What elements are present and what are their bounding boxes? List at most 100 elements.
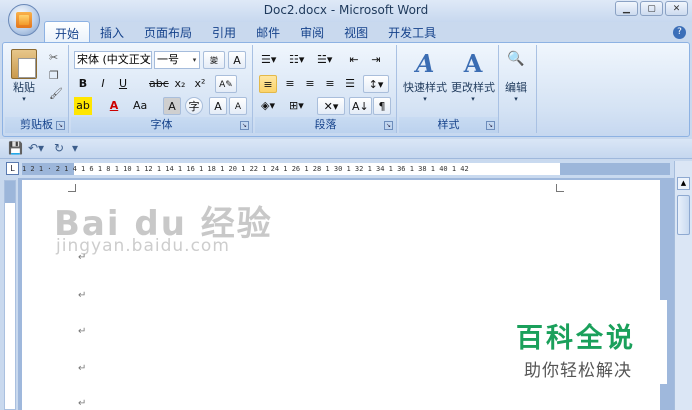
redo-icon[interactable]: ↻ [54, 141, 64, 155]
window-title: Doc2.docx - Microsoft Word [263, 3, 429, 17]
office-button[interactable] [8, 4, 40, 36]
minimize-button[interactable]: ▁ [615, 1, 638, 16]
numbering-icon[interactable]: ☷▾ [287, 51, 306, 69]
show-marks-icon[interactable]: ¶ [373, 97, 391, 115]
sort-icon[interactable]: A↓ [349, 97, 372, 115]
tab-view[interactable]: 视图 [334, 21, 378, 43]
save-icon[interactable]: 💾 [8, 141, 23, 155]
title-bar: Doc2.docx - Microsoft Word ▁ ▢ ✕ [0, 0, 692, 22]
strikethrough-button[interactable]: abc [147, 75, 171, 93]
quick-styles-icon: A [415, 49, 435, 78]
ribbon-tabs: 开始 插入 页面布局 引用 邮件 审阅 视图 开发工具 [44, 21, 446, 43]
align-left-icon[interactable]: ≡ [259, 75, 277, 93]
tab-developer[interactable]: 开发工具 [378, 21, 446, 43]
enclose-char-button[interactable]: 字 [185, 97, 203, 115]
change-case-button[interactable]: Aa [131, 97, 149, 115]
horizontal-ruler[interactable]: 1 2 1 · 2 1 4 1 6 1 8 1 10 1 12 1 14 1 1… [22, 163, 670, 175]
office-logo-icon [16, 12, 32, 28]
tab-mailings[interactable]: 邮件 [246, 21, 290, 43]
corner-mark-top-right [556, 184, 564, 192]
format-painter-icon[interactable]: 🖌 [49, 87, 63, 100]
vertical-ruler-margin [5, 181, 15, 203]
scroll-thumb[interactable] [677, 195, 690, 235]
justify-icon[interactable]: ≡ [321, 75, 339, 93]
align-right-icon[interactable]: ≡ [301, 75, 319, 93]
ruler-right-margin [560, 163, 670, 175]
increase-indent-icon[interactable]: ⇥ [367, 51, 385, 69]
line-spacing-icon[interactable]: ↕▾ [363, 75, 389, 93]
window-controls: ▁ ▢ ✕ [615, 1, 688, 16]
shrink-font-button[interactable]: A [229, 97, 247, 115]
italic-button[interactable]: I [94, 75, 112, 93]
font-group: 宋体 (中文正文) ▾ 一号 ▾ 變 A B I U abc x₂ x² A✎ ab… [71, 45, 253, 133]
paragraph-mark: ↵ [78, 290, 87, 301]
editing-button[interactable]: 🔍 编辑 ▾ [505, 51, 527, 103]
chinese-layout-icon[interactable]: ✕▾ [317, 97, 345, 115]
decrease-indent-icon[interactable]: ⇤ [345, 51, 363, 69]
font-size-value: 一号 [157, 53, 179, 66]
tab-insert[interactable]: 插入 [90, 21, 134, 43]
paragraph-launcher-icon[interactable]: ↘ [384, 121, 393, 130]
bold-button[interactable]: B [74, 75, 92, 93]
paste-button[interactable]: 粘贴 ▾ [11, 49, 37, 103]
phonetic-guide-button[interactable]: 變 [203, 51, 225, 69]
chevron-down-icon: ▾ [192, 56, 197, 64]
paragraph-mark: ↵ [78, 363, 87, 374]
bullets-icon[interactable]: ☰▾ [259, 51, 278, 69]
copy-icon[interactable]: ❐ [49, 69, 59, 82]
paragraph-mark: ↵ [78, 326, 87, 337]
paragraph-group: ☰▾ ☷▾ ☱▾ ⇤ ⇥ ≡ ≡ ≡ ≡ ☰ ↕▾ ◈▾ ⊞▾ ✕▾ A↓ ¶ … [255, 45, 397, 133]
tab-review[interactable]: 审阅 [290, 21, 334, 43]
styles-launcher-icon[interactable]: ↘ [486, 121, 495, 130]
help-icon[interactable]: ? [673, 26, 686, 39]
char-border-button[interactable]: A [228, 51, 246, 69]
tab-home[interactable]: 开始 [44, 21, 91, 43]
change-styles-button[interactable]: A 更改样式 ▾ [451, 49, 495, 103]
tab-page-layout[interactable]: 页面布局 [134, 21, 202, 43]
highlight-icon[interactable]: ab [74, 97, 92, 115]
font-launcher-icon[interactable]: ↘ [240, 121, 249, 130]
corner-mark-top-left [68, 184, 76, 192]
clipboard-launcher-icon[interactable]: ↘ [56, 121, 65, 130]
change-styles-label: 更改样式 [451, 81, 495, 94]
borders-icon[interactable]: ⊞▾ [287, 97, 306, 115]
quick-styles-button[interactable]: A 快速样式 ▾ [403, 49, 447, 103]
quick-access-toolbar: 💾 ↶▾ ↻ ▾ [0, 139, 692, 159]
styles-group-label: 样式 [399, 117, 498, 133]
font-name-combo[interactable]: 宋体 (中文正文) ▾ [74, 51, 152, 69]
vertical-scrollbar[interactable]: ▲ [674, 161, 692, 410]
paragraph-mark: ↵ [78, 398, 87, 409]
chevron-down-icon: ▾ [144, 56, 149, 64]
chevron-down-icon: ▾ [514, 95, 518, 103]
tab-stop-selector[interactable]: L [6, 162, 19, 175]
shading-icon[interactable]: ◈▾ [259, 97, 277, 115]
binoculars-icon: 🔍 [507, 51, 525, 67]
underline-button[interactable]: U [114, 75, 132, 93]
font-color-icon[interactable]: A [105, 97, 123, 115]
grow-font-button[interactable]: A [209, 97, 227, 115]
align-center-icon[interactable]: ≡ [281, 75, 299, 93]
superscript-button[interactable]: x² [191, 75, 209, 93]
subscript-button[interactable]: x₂ [171, 75, 189, 93]
chevron-down-icon: ▾ [423, 95, 427, 103]
maximize-button[interactable]: ▢ [640, 1, 663, 16]
clear-format-button[interactable]: A✎ [215, 75, 237, 93]
scroll-up-icon[interactable]: ▲ [677, 177, 690, 190]
close-button[interactable]: ✕ [665, 1, 688, 16]
badge-title: 百科全说 [516, 323, 636, 354]
clipboard-icon [11, 49, 37, 79]
vertical-ruler[interactable] [4, 180, 16, 410]
editing-group: 🔍 编辑 ▾ [501, 45, 537, 133]
undo-icon[interactable]: ↶▾ [28, 141, 44, 155]
distributed-icon[interactable]: ☰ [341, 75, 359, 93]
customize-qat-icon[interactable]: ▾ [72, 141, 78, 155]
tab-references[interactable]: 引用 [202, 21, 246, 43]
paste-label: 粘贴 [13, 81, 35, 94]
chevron-down-icon: ▾ [22, 95, 26, 103]
clipboard-group: 粘贴 ▾ ✂ ❐ 🖌 剪贴板 ↘ [5, 45, 69, 133]
cut-icon[interactable]: ✂ [49, 51, 58, 64]
multilevel-list-icon[interactable]: ☱▾ [315, 51, 334, 69]
font-size-combo[interactable]: 一号 ▾ [154, 51, 200, 69]
font-name-value: 宋体 (中文正文) [77, 53, 152, 66]
char-shading-button[interactable]: A [163, 97, 181, 115]
